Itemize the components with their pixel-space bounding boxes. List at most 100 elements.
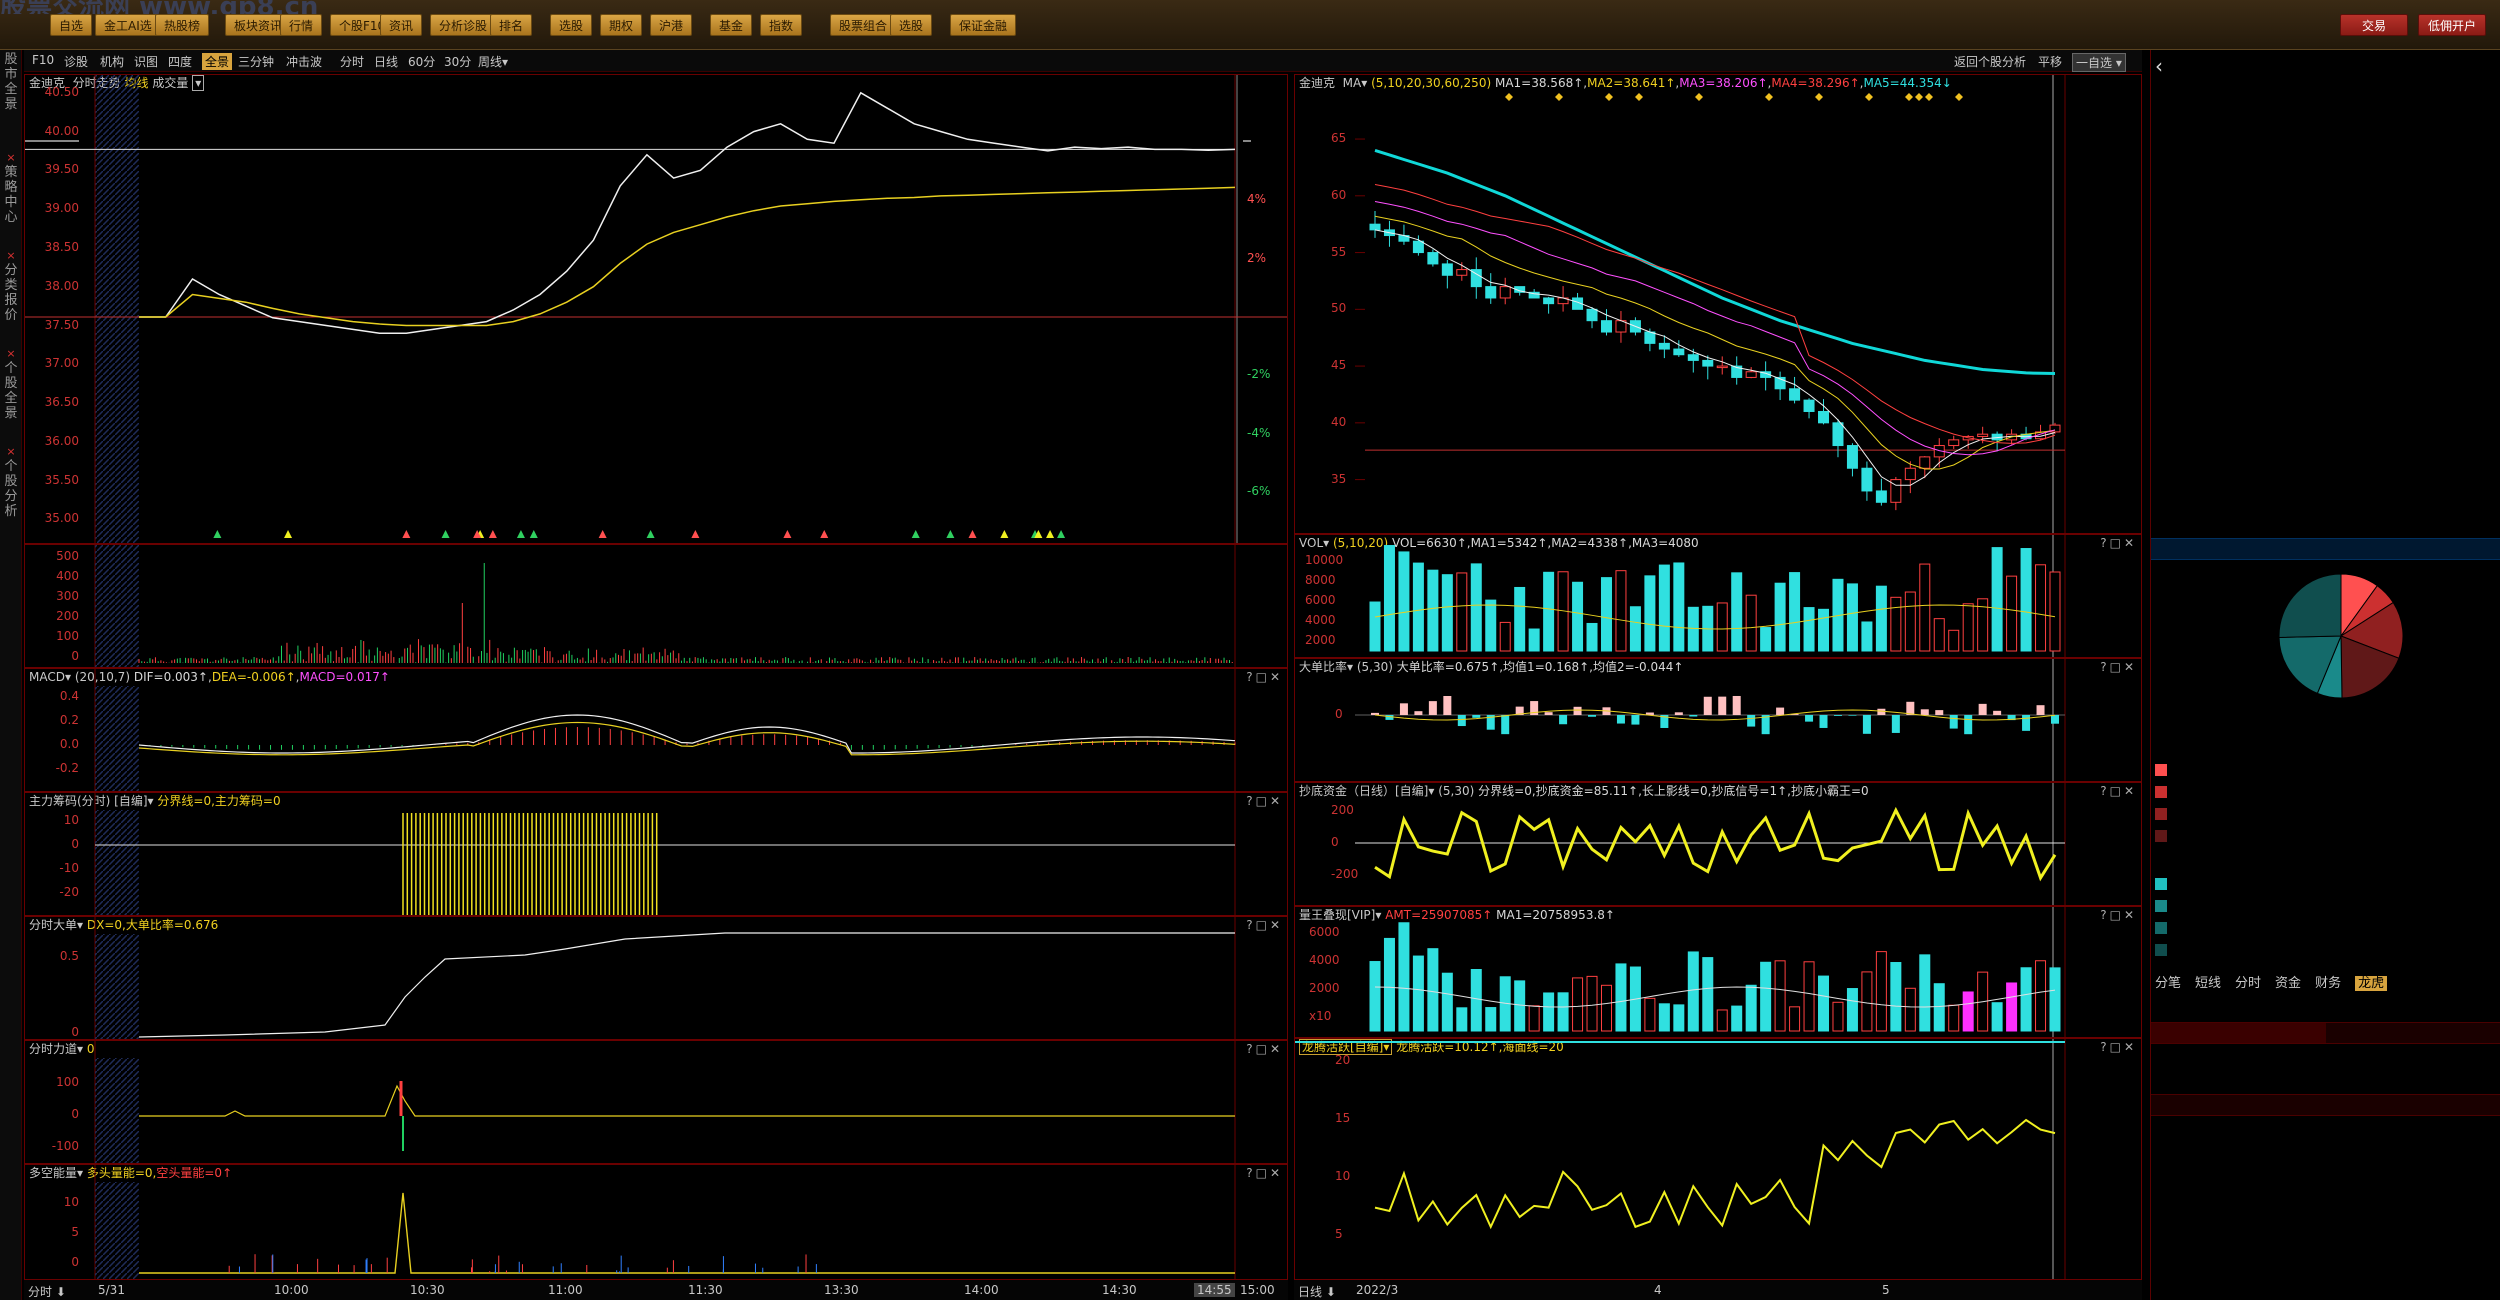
big-order-panel[interactable]: 分时大单▾ DX=0,大单比率=0.676 ?□✕ 0.5 0 (24, 916, 1288, 1040)
view-tab-8[interactable]: 分时 (340, 53, 364, 70)
lw-bar (1615, 963, 1627, 1032)
toolbar-button-6[interactable]: 资讯 (380, 14, 423, 36)
volume-king-panel[interactable]: 量王叠现[VIP]▾ AMT=25907085↑ MA1=20758953.8↑… (1294, 906, 2142, 1038)
legend-swatch (2155, 764, 2167, 776)
close-icon[interactable]: × (2, 248, 20, 263)
toolbar-button-14[interactable]: 股票组合 (830, 14, 897, 36)
back-to-analysis[interactable]: 返回个股分析 (1954, 53, 2026, 70)
premarket-hatch (95, 810, 139, 915)
lw-bar (1861, 971, 1873, 1032)
big-order-ratio-panel[interactable]: 大单比率▾ (5,30) 大单比率=0.675↑,均值1=0.168↑,均值2=… (1294, 658, 2142, 782)
daily-time-label[interactable]: 日线 ⬇ (1298, 1283, 1336, 1300)
close-icon[interactable]: × (2, 150, 20, 165)
toolbar-button-0[interactable]: 自选 (50, 14, 93, 36)
chart-tools-bar: 返回个股分析 平移 一自选 ▾ (1294, 50, 2142, 72)
pie-title (2151, 538, 2500, 560)
macd-panel[interactable]: MACD▾ (20,10,7) DIF=0.003↑,DEA=-0.006↑,M… (24, 668, 1288, 792)
time-label: 11:00 (548, 1283, 583, 1297)
daily-y-label: 45 (1331, 358, 1347, 373)
toolbar-button-7[interactable]: 分析诊股 (430, 14, 497, 36)
trade-button[interactable]: 交易 (2340, 14, 2408, 36)
toolbar-button-12[interactable]: 基金 (710, 14, 753, 36)
time-label: 14:00 (964, 1283, 999, 1297)
force-panel[interactable]: 分时力道▾ 0 ?□✕ 100 0 -100 (24, 1040, 1288, 1164)
close-icon[interactable]: × (2, 346, 20, 361)
left-nav-label: 股市全景 (4, 52, 18, 112)
vol-axis-label: 300 (56, 589, 79, 603)
dragon-active-panel[interactable]: 龙腾活跃[自编]▾ 龙腾活跃=10.12↑,海面线=20 ?□✕ 20 15 10 5 (1294, 1038, 2142, 1280)
main-chips-panel[interactable]: 主力筹码(分时) [自编]▾ 分界线=0,主力筹码=0 ?□✕ 10 0 -10 -2… (24, 792, 1288, 916)
intraday-price-panel[interactable]: 金迪克 分时走势 均线 成交量 ▾ 40.5040.0039.5039.0038… (24, 74, 1288, 544)
legend-swatch (2155, 878, 2167, 890)
toolbar-button-15[interactable]: 选股 (890, 14, 933, 36)
fin-subtab-1[interactable] (2326, 1022, 2500, 1044)
left-nav-item-3[interactable]: × 个股全景 (2, 346, 20, 421)
daily-vol-bar (1948, 629, 1960, 652)
left-nav-item-2[interactable]: × 分类报价 (2, 248, 20, 323)
bottom-fund-panel[interactable]: 抄底资金（日线）[自编]▾ (5,30) 分界线=0,抄底资金=85.11↑,长… (1294, 782, 2142, 906)
view-tab-3[interactable]: 识图 (134, 53, 158, 70)
dk-axis-label: 0 (71, 1255, 79, 1269)
current-price-tag (25, 140, 79, 143)
detail-tab-5[interactable]: 龙虎 (2355, 976, 2388, 991)
daily-vol-bar (2020, 548, 2032, 652)
toolbar-button-16[interactable]: 保证金融 (950, 14, 1017, 36)
view-tab-7[interactable]: 冲击波 (286, 53, 322, 70)
lw-bar (2049, 967, 2061, 1032)
toolbar-button-8[interactable]: 排名 (490, 14, 533, 36)
ld-axis-label: -100 (51, 1139, 79, 1153)
view-tab-11[interactable]: 30分 (444, 53, 471, 70)
ddbl-bar (1732, 695, 1741, 715)
panel-canvas (1355, 659, 2066, 781)
view-tab-5[interactable]: 全景 (202, 53, 233, 70)
left-nav-item-4[interactable]: × 个股分析 (2, 444, 20, 519)
legend-swatch (2155, 922, 2167, 934)
ask-row (2155, 142, 2497, 162)
pan-button[interactable]: 平移 (2038, 53, 2062, 70)
detail-tab-3[interactable]: 资金 (2275, 976, 2301, 991)
open-account-button[interactable]: 低佣开户 (2418, 14, 2486, 36)
detail-tab-2[interactable]: 分时 (2235, 976, 2261, 991)
toolbar-button-4[interactable]: 行情 (280, 14, 323, 36)
long-short-panel[interactable]: 多空能量▾ 多头量能=0,空头量能=0↑ ?□✕ 10 5 0 (24, 1164, 1288, 1280)
daily-y-label: 55 (1331, 244, 1347, 259)
view-tab-2[interactable]: 机构 (100, 53, 124, 70)
toolbar-button-11[interactable]: 沪港 (650, 14, 693, 36)
daily-kline-panel[interactable]: 金迪克 MA▾ (5,10,20,30,60,250) MA1=38.568↑,… (1294, 74, 2142, 534)
left-nav-item-0[interactable]: 股市全景 (2, 52, 20, 112)
daily-vol-bar (1369, 601, 1381, 652)
event-marker (1605, 93, 1613, 101)
ddbl-bar (1862, 715, 1871, 734)
lw-axis-label: x10 (1309, 1009, 1332, 1023)
watchlist-select[interactable]: 一自选 ▾ (2072, 53, 2126, 72)
toolbar-button-1[interactable]: 金工AI选 (95, 14, 161, 36)
detail-tab-0[interactable]: 分笔 (2155, 976, 2181, 991)
entrust-title (2155, 718, 2497, 740)
time-label[interactable]: 分时 ⬇ (28, 1283, 66, 1300)
daily-vol-bar (1846, 583, 1858, 652)
toolbar-button-13[interactable]: 指数 (760, 14, 803, 36)
view-tab-12[interactable]: 周线▾ (478, 53, 508, 70)
intraday-volume-panel[interactable]: 500 400 300 200 100 0 (24, 544, 1288, 668)
view-tab-0[interactable]: F10 (32, 53, 54, 67)
toolbar-button-2[interactable]: 热股榜 (155, 14, 210, 36)
y-axis-label: 40.00 (44, 123, 79, 138)
daily-vol-bar (1687, 606, 1699, 652)
y-axis-label: 39.00 (44, 201, 79, 216)
view-tab-1[interactable]: 诊股 (64, 53, 88, 70)
close-icon[interactable]: × (2, 444, 20, 459)
view-tab-10[interactable]: 60分 (408, 53, 435, 70)
view-tab-4[interactable]: 四度 (168, 53, 192, 70)
left-nav-item-1[interactable]: × 策略中心 (2, 150, 20, 225)
daily-volume-panel[interactable]: VOL▾ (5,10,20) VOL=6630↑,MA1=5342↑,MA2=4… (1294, 534, 2142, 658)
detail-tab-1[interactable]: 短线 (2195, 976, 2221, 991)
view-tab-6[interactable]: 三分钟 (238, 53, 274, 70)
time-label: 13:30 (824, 1283, 859, 1297)
view-tab-9[interactable]: 日线 (374, 53, 398, 70)
fin-subtab-0[interactable] (2151, 1022, 2326, 1044)
toolbar-button-9[interactable]: 选股 (550, 14, 593, 36)
toolbar-button-10[interactable]: 期权 (600, 14, 643, 36)
macd-axis-label: -0.2 (55, 761, 79, 775)
detail-tab-4[interactable]: 财务 (2315, 976, 2341, 991)
kline-candle (1687, 354, 1699, 361)
